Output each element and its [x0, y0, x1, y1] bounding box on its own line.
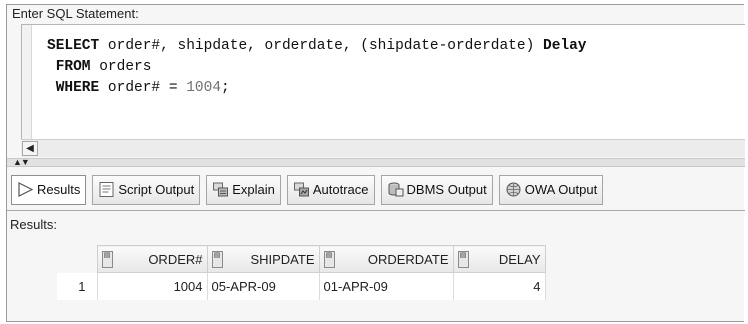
- statement-terminator: ;: [221, 80, 230, 96]
- column-type-icon: ▤: [211, 250, 223, 268]
- sql-editor[interactable]: SELECT order#, shipdate, orderdate, (shi…: [21, 24, 745, 157]
- column-header-delay[interactable]: ▤ DELAY: [452, 245, 546, 273]
- keyword-from: FROM: [47, 59, 91, 75]
- tab-dbms-output[interactable]: DBMS Output: [380, 174, 493, 205]
- results-label: Results:: [10, 217, 57, 232]
- tab-results-label: Results: [37, 182, 81, 197]
- dbms-output-icon: [388, 182, 404, 197]
- where-condition: order# =: [99, 80, 187, 96]
- code-line-select: SELECT order#, shipdate, orderdate, (shi…: [47, 38, 587, 54]
- column-type-icon: ▤: [101, 250, 113, 268]
- sql-worksheet-panel: Enter SQL Statement: SELECT order#, ship…: [6, 4, 745, 322]
- explain-plan-icon: [213, 182, 229, 197]
- column-header-orderdate[interactable]: ▤ ORDERDATE: [318, 245, 454, 273]
- results-grid: ▤ ORDER# ▤ SHIPDATE ▤ ORDERDATE ▤ DELAY 1 10…: [57, 245, 546, 300]
- play-arrow-icon: [18, 182, 34, 197]
- tab-explain-label: Explain: [232, 182, 275, 197]
- owa-output-icon: [506, 182, 521, 197]
- tab-autotrace[interactable]: Autotrace: [286, 174, 375, 205]
- column-type-icon: ▤: [323, 250, 335, 268]
- tab-explain[interactable]: Explain: [206, 174, 281, 205]
- code-line-from: FROM orders: [47, 59, 152, 75]
- tab-dbms-output-label: DBMS Output: [406, 182, 487, 197]
- code-line-where: WHERE order# = 1004;: [47, 80, 230, 96]
- table-row[interactable]: 1 1004 05-APR-09 01-APR-09 4: [57, 272, 546, 300]
- sql-code[interactable]: SELECT order#, shipdate, orderdate, (shi…: [47, 36, 587, 99]
- number-literal: 1004: [186, 80, 222, 96]
- keyword-select: SELECT: [47, 38, 100, 54]
- cell-shipdate[interactable]: 05-APR-09: [207, 272, 320, 300]
- editor-horizontal-scrollbar[interactable]: ◀: [21, 139, 745, 157]
- column-header-shipdate[interactable]: ▤ SHIPDATE: [206, 245, 320, 273]
- pane-splitter[interactable]: ▲▼: [7, 157, 745, 167]
- tab-owa-output-label: OWA Output: [524, 182, 598, 197]
- splitter-arrows-icon[interactable]: ▲▼: [13, 157, 30, 167]
- script-output-icon: [99, 182, 114, 197]
- alias-delay: Delay: [543, 38, 587, 54]
- tab-autotrace-label: Autotrace: [312, 182, 369, 197]
- output-tabs: Results Script Output Explain Autotrace …: [7, 169, 745, 211]
- scroll-left-icon[interactable]: ◀: [22, 141, 38, 156]
- column-type-icon: ▤: [457, 250, 469, 268]
- row-number: 1: [57, 272, 98, 300]
- cell-delay[interactable]: 4: [453, 272, 546, 300]
- editor-gutter: [22, 25, 32, 156]
- grid-header-row: ▤ ORDER# ▤ SHIPDATE ▤ ORDERDATE ▤ DELAY: [57, 245, 546, 273]
- tab-owa-output[interactable]: OWA Output: [498, 174, 604, 205]
- cell-order[interactable]: 1004: [97, 272, 208, 300]
- autotrace-icon: [293, 182, 309, 197]
- cell-orderdate[interactable]: 01-APR-09: [319, 272, 454, 300]
- tab-results[interactable]: Results: [11, 174, 87, 205]
- column-header-order[interactable]: ▤ ORDER#: [96, 245, 208, 273]
- select-column-list: order#, shipdate, orderdate, (shipdate-o…: [99, 38, 543, 54]
- from-table: orders: [90, 59, 152, 75]
- keyword-where: WHERE: [47, 80, 100, 96]
- tab-script-output-label: Script Output: [118, 182, 195, 197]
- sql-statement-label: Enter SQL Statement:: [12, 6, 139, 21]
- row-number-header: [57, 246, 97, 273]
- tab-script-output[interactable]: Script Output: [92, 174, 201, 205]
